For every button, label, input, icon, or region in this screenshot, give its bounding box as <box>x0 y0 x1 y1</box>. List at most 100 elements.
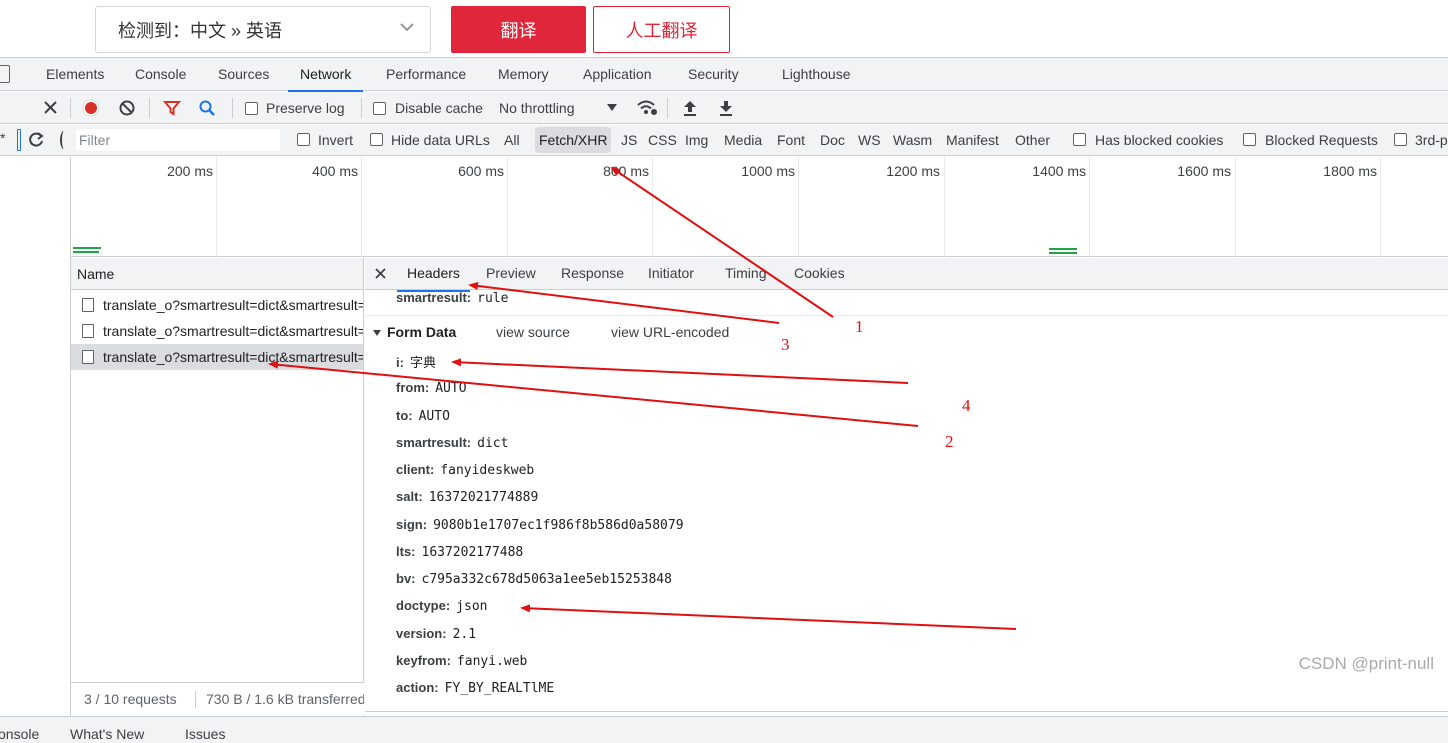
tab-preview[interactable]: Preview <box>486 265 536 281</box>
tab-console[interactable]: Console <box>135 58 186 91</box>
tab-security[interactable]: Security <box>688 58 739 91</box>
hide-data-urls-checkbox[interactable] <box>370 133 383 146</box>
annotation-number: 1 <box>855 317 864 336</box>
name-column-header[interactable]: Name <box>71 258 363 290</box>
form-field: action: FY_BY_REALTlME <box>396 680 555 696</box>
form-field: i: 字典 <box>396 355 436 371</box>
translate-button[interactable]: 翻译 <box>451 6 586 53</box>
has-blocked-cookies-checkbox[interactable] <box>1073 133 1086 146</box>
hide-data-urls-label: Hide data URLs <box>391 132 490 148</box>
close-icon[interactable] <box>375 268 386 279</box>
type-css[interactable]: CSS <box>648 132 677 148</box>
tab-cookies[interactable]: Cookies <box>794 265 845 281</box>
preserve-log-checkbox[interactable] <box>245 102 258 115</box>
has-blocked-cookies-label: Has blocked cookies <box>1095 132 1224 148</box>
tab-elements[interactable]: Elements <box>46 58 104 91</box>
webpage-top: 检测到：中文 » 英语 翻译 人工翻译 <box>0 0 1448 57</box>
request-row[interactable]: translate_o?smartresult=dict&smartresult… <box>71 292 363 318</box>
upload-icon[interactable] <box>682 99 698 117</box>
tick-label: 1600 ms <box>1177 163 1231 179</box>
type-all[interactable]: All <box>504 132 520 148</box>
type-doc[interactable]: Doc <box>820 132 845 148</box>
request-details: Headers Preview Response Initiator Timin… <box>365 258 1448 715</box>
partial-glyph: * <box>0 130 6 146</box>
tab-response[interactable]: Response <box>561 265 624 281</box>
network-status-bar: 3 / 10 requests 730 B / 1.6 kB transferr… <box>71 682 364 715</box>
drawer-tab-console[interactable]: onsole <box>0 726 39 742</box>
request-name: translate_o?smartresult=dict&smartresult… <box>103 349 363 365</box>
preserve-log-label: Preserve log <box>266 100 345 116</box>
blocked-requests-checkbox[interactable] <box>1243 133 1256 146</box>
tab-performance[interactable]: Performance <box>386 58 466 91</box>
devtools-panel: Elements Console Sources Network Perform… <box>0 57 1448 743</box>
selector-handle[interactable] <box>17 129 21 151</box>
tab-lighthouse[interactable]: Lighthouse <box>782 58 851 91</box>
tab-headers[interactable]: Headers <box>397 265 470 292</box>
view-source-link[interactable]: view source <box>496 324 570 340</box>
type-fetch-xhr[interactable]: Fetch/XHR <box>535 127 612 153</box>
waterfall-bar <box>73 247 101 249</box>
caret-down-icon <box>607 104 617 111</box>
filter-icon[interactable] <box>163 99 181 117</box>
tab-initiator[interactable]: Initiator <box>648 265 694 281</box>
transfer-size: 730 B / 1.6 kB transferred <box>206 691 364 707</box>
tab-sources[interactable]: Sources <box>218 58 269 91</box>
tab-timing[interactable]: Timing <box>725 265 767 281</box>
type-js[interactable]: JS <box>621 132 637 148</box>
clear-icon[interactable] <box>118 99 136 117</box>
human-translate-button[interactable]: 人工翻译 <box>593 6 730 53</box>
timeline-overview[interactable]: 200 ms 400 ms 600 ms 800 ms 1000 ms 1200… <box>71 157 1448 257</box>
details-tabs: Headers Preview Response Initiator Timin… <box>365 258 1448 292</box>
filter-input[interactable] <box>76 129 280 151</box>
reload-icon[interactable] <box>27 131 45 149</box>
throttling-select[interactable]: No throttling <box>499 100 574 116</box>
file-icon <box>82 324 94 338</box>
tab-memory[interactable]: Memory <box>498 58 549 91</box>
partial-icon <box>60 131 68 149</box>
chevron-down-icon <box>400 23 414 32</box>
invert-label: Invert <box>318 132 354 148</box>
invert-checkbox[interactable] <box>297 133 310 146</box>
language-select[interactable]: 检测到：中文 » 英语 <box>95 6 431 53</box>
request-row-selected[interactable]: translate_o?smartresult=dict&smartresult… <box>71 344 363 370</box>
form-field: to: AUTO <box>396 408 450 424</box>
type-ws[interactable]: WS <box>858 132 881 148</box>
form-data-section[interactable]: Form Data view source view URL-encoded <box>373 324 729 340</box>
type-wasm[interactable]: Wasm <box>893 132 932 148</box>
device-toggle-icon[interactable] <box>0 65 10 83</box>
download-icon[interactable] <box>718 99 734 117</box>
request-row[interactable]: translate_o?smartresult=dict&smartresult… <box>71 318 363 344</box>
network-toolbar: Preserve log Disable cache No throttling <box>0 92 1448 124</box>
request-count: 3 / 10 requests <box>84 691 177 707</box>
tab-application[interactable]: Application <box>583 58 652 91</box>
network-conditions-icon[interactable] <box>636 99 658 117</box>
form-field: sign: 9080b1e1707ec1f986f8b586d0a58079 <box>396 517 684 533</box>
tick-label: 1200 ms <box>886 163 940 179</box>
type-img[interactable]: Img <box>685 132 708 148</box>
type-media[interactable]: Media <box>724 132 762 148</box>
drawer-tabs: onsole What's New Issues <box>0 716 1448 743</box>
request-name: translate_o?smartresult=dict&smartresult… <box>103 297 363 313</box>
disable-cache-checkbox[interactable] <box>373 102 386 115</box>
type-other[interactable]: Other <box>1015 132 1050 148</box>
request-list: Name translate_o?smartresult=dict&smartr… <box>71 258 364 718</box>
file-icon <box>82 350 94 364</box>
tick-label: 800 ms <box>603 163 649 179</box>
search-icon[interactable] <box>198 99 216 117</box>
drawer-tab-whats-new[interactable]: What's New <box>70 726 144 742</box>
tick-label: 200 ms <box>167 163 213 179</box>
record-icon[interactable] <box>82 99 100 117</box>
type-manifest[interactable]: Manifest <box>946 132 999 148</box>
devtools-tabs: Elements Console Sources Network Perform… <box>0 58 1448 92</box>
third-party-label: 3rd-p <box>1415 132 1448 148</box>
triangle-down-icon <box>373 330 381 337</box>
watermark: CSDN @print-null <box>1298 654 1434 673</box>
tick-label: 1400 ms <box>1032 163 1086 179</box>
form-field: doctype: json <box>396 598 488 614</box>
third-party-checkbox[interactable] <box>1394 133 1407 146</box>
view-url-encoded-link[interactable]: view URL-encoded <box>611 324 729 340</box>
drawer-tab-issues[interactable]: Issues <box>185 726 225 742</box>
tab-network[interactable]: Network <box>287 58 364 92</box>
close-icon[interactable] <box>43 100 58 115</box>
type-font[interactable]: Font <box>777 132 805 148</box>
